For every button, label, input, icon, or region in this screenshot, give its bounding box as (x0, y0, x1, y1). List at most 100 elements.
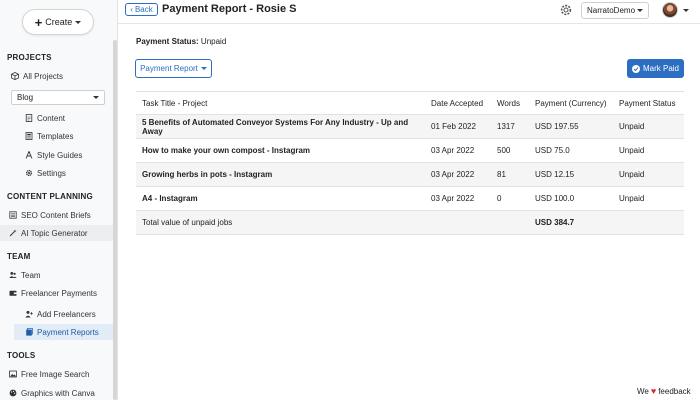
section-projects: PROJECTS (7, 53, 52, 62)
sidebar-item-label: Style Guides (37, 150, 83, 160)
create-button[interactable]: + Create (22, 9, 94, 35)
payment-status-cell: Unpaid (613, 186, 684, 211)
sidebar-item-label: Content (37, 113, 66, 123)
sidebar: + Create PROJECTS All Projects Blog Cont… (0, 0, 118, 400)
back-button[interactable]: ‹ Back (125, 3, 158, 16)
column-header-date: Date Accepted (425, 91, 491, 115)
sidebar-item-add-freelancers[interactable]: Add Freelancers (25, 306, 96, 322)
mark-paid-button[interactable]: Mark Paid (627, 59, 684, 78)
word-count: 81 (491, 162, 529, 187)
date-accepted: 03 Apr 2022 (425, 138, 491, 163)
sidebar-item-content[interactable]: Content (25, 110, 65, 126)
section-content-planning: CONTENT PLANNING (7, 192, 93, 201)
sidebar-item-settings[interactable]: Settings (25, 165, 66, 181)
list-icon (9, 211, 17, 219)
payment-status-label: Payment Status: (136, 37, 199, 46)
organization-name: NarratoDemo (587, 6, 636, 15)
sidebar-item-label: Settings (37, 168, 66, 178)
payment-status: Payment Status: Unpaid (136, 37, 226, 46)
payment-status-value: Unpaid (200, 37, 227, 46)
sidebar-item-free-image-search[interactable]: Free Image Search (9, 366, 89, 382)
feedback-suffix: feedback (658, 386, 691, 396)
caret-down-icon (637, 9, 643, 12)
users-icon (9, 271, 17, 279)
sidebar-item-team[interactable]: Team (9, 267, 41, 283)
column-header-task: Task Title - Project (136, 91, 425, 115)
word-count: 1317 (491, 114, 529, 139)
table-header-row: Task Title - Project Date Accepted Words… (136, 91, 684, 115)
table-row: A4 - Instagram 03 Apr 2022 0 USD 100.0 U… (136, 186, 684, 211)
sidebar-item-label: Add Freelancers (37, 309, 96, 319)
task-title: Growing herbs in pots - Instagram (136, 162, 425, 187)
payment-report-dropdown[interactable]: Payment Report (135, 59, 212, 78)
sidebar-item-style-guides[interactable]: Style Guides (25, 147, 82, 163)
empty-cell (491, 210, 529, 235)
column-header-payment: Payment (Currency) (529, 91, 613, 115)
settings-gear-icon[interactable] (559, 3, 573, 17)
chevron-down-icon (93, 96, 99, 99)
sidebar-item-label: All Projects (23, 71, 64, 81)
payment-amount: USD 12.15 (529, 162, 613, 187)
task-title: How to make your own compost - Instagram (136, 138, 425, 163)
sidebar-item-label: Freelancer Payments (21, 288, 98, 298)
task-title: 5 Benefits of Automated Conveyor Systems… (136, 114, 425, 139)
table-row: Growing herbs in pots - Instagram 03 Apr… (136, 162, 684, 187)
sidebar-item-all-projects[interactable]: All Projects (11, 68, 63, 84)
column-header-status: Payment Status (613, 91, 684, 115)
payment-status-cell: Unpaid (613, 114, 684, 139)
page-title: Payment Report - Rosie S (162, 3, 297, 15)
palette-icon (9, 389, 17, 397)
sidebar-scrollbar[interactable] (113, 40, 117, 400)
top-bar: ‹ Back Payment Report - Rosie S NarratoD… (118, 0, 700, 24)
sidebar-item-freelancer-payments[interactable]: Freelancer Payments (9, 285, 97, 301)
chevron-left-icon: ‹ (130, 5, 133, 14)
task-title: A4 - Instagram (136, 186, 425, 211)
sidebar-item-templates[interactable]: Templates (25, 128, 73, 144)
total-label: Total value of unpaid jobs (136, 210, 425, 235)
magic-wand-icon (9, 229, 17, 237)
document-icon (25, 114, 33, 122)
template-icon (25, 132, 33, 140)
sidebar-item-label: AI Topic Generator (21, 228, 88, 238)
feedback-link[interactable]: We ♥ feedback (637, 386, 691, 396)
mark-paid-label: Mark Paid (642, 64, 679, 73)
avatar[interactable] (662, 2, 678, 18)
sidebar-item-ai-topic-generator[interactable]: AI Topic Generator (0, 225, 113, 241)
feedback-prefix: We (637, 386, 649, 396)
sidebar-item-label: SEO Content Briefs (21, 210, 91, 220)
sidebar-item-graphics-canva[interactable]: Graphics with Canva (9, 385, 95, 400)
payment-status-cell: Unpaid (613, 162, 684, 187)
check-circle-icon (631, 64, 640, 73)
payment-amount: USD 75.0 (529, 138, 613, 163)
sidebar-item-label: Team (21, 270, 41, 280)
report-icon (25, 328, 33, 336)
sidebar-item-label: Payment Reports (37, 327, 99, 337)
date-accepted: 03 Apr 2022 (425, 162, 491, 187)
project-select[interactable]: Blog (11, 90, 105, 105)
sidebar-item-label: Templates (37, 131, 74, 141)
total-row: Total value of unpaid jobs USD 384.7 (136, 210, 684, 235)
project-select-value: Blog (17, 93, 34, 102)
plus-icon: + (34, 14, 43, 30)
payment-amount: USD 100.0 (529, 186, 613, 211)
column-header-words: Words (491, 91, 529, 115)
sidebar-item-payment-reports[interactable]: Payment Reports (14, 324, 113, 340)
payment-table: Task Title - Project Date Accepted Words… (136, 91, 684, 235)
payment-status-cell: Unpaid (613, 138, 684, 163)
avatar-caret-icon[interactable] (683, 9, 689, 12)
wallet-icon (9, 289, 17, 297)
create-label: Create (45, 17, 73, 27)
compass-icon (25, 151, 33, 159)
organization-select[interactable]: NarratoDemo (581, 2, 649, 19)
table-row: How to make your own compost - Instagram… (136, 138, 684, 163)
date-accepted: 01 Feb 2022 (425, 114, 491, 139)
date-accepted: 03 Apr 2022 (425, 186, 491, 211)
table-row: 5 Benefits of Automated Conveyor Systems… (136, 114, 684, 139)
section-tools: TOOLS (7, 351, 36, 360)
payment-report-label: Payment Report (140, 64, 198, 73)
cube-icon (11, 72, 19, 80)
section-team: TEAM (7, 252, 31, 261)
sidebar-item-label: Free Image Search (21, 369, 90, 379)
word-count: 0 (491, 186, 529, 211)
sidebar-item-seo-briefs[interactable]: SEO Content Briefs (9, 207, 91, 223)
